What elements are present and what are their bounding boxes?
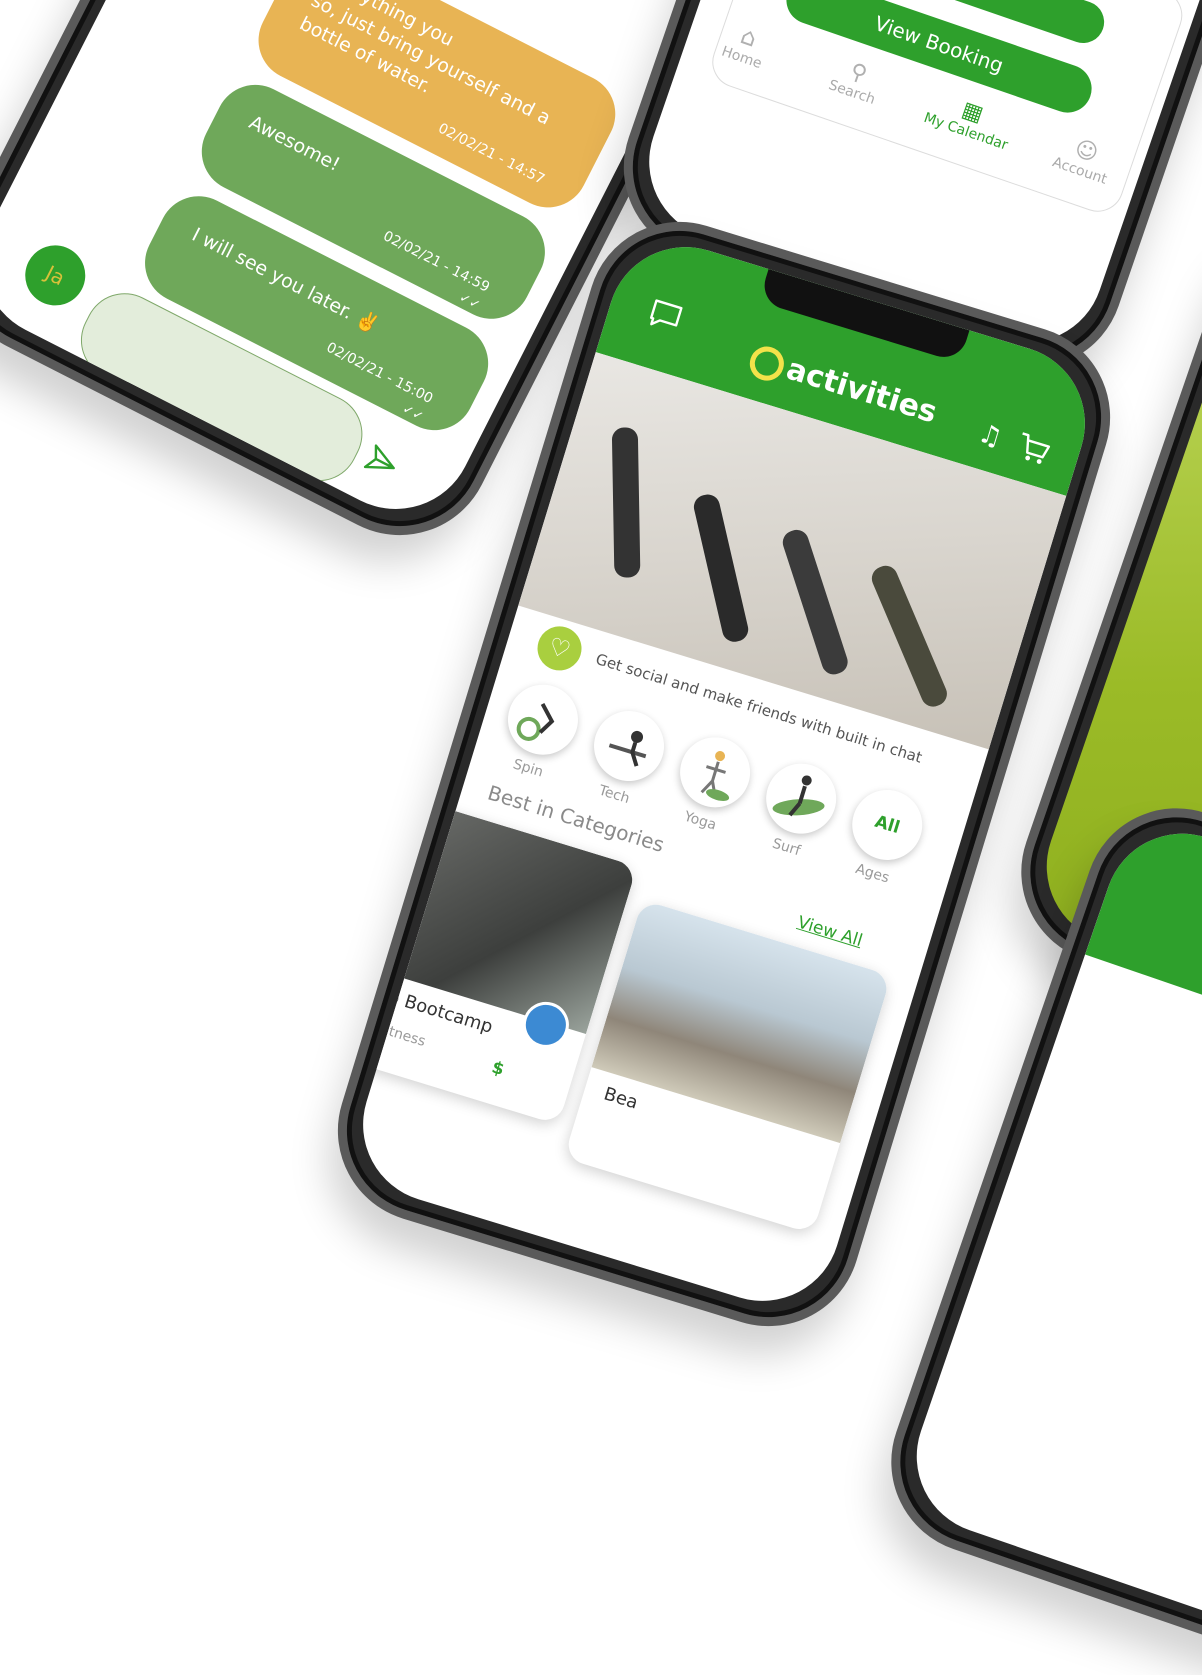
view-all-link[interactable]: View All [795, 913, 865, 952]
card-subtitle: Fitness [376, 1020, 428, 1050]
hero-person [779, 526, 851, 678]
send-icon[interactable] [361, 441, 404, 484]
heart-icon: ♡ [532, 620, 587, 676]
category-tech[interactable] [585, 702, 673, 790]
read-check-icon: ✓✓ [456, 290, 483, 314]
app-header [1085, 812, 1202, 1096]
chat-timestamp: 02/02/21 - 14:59 [380, 228, 493, 296]
read-check-icon: ✓✓ [399, 401, 426, 425]
category-circle-text: All [872, 811, 903, 839]
avatar[interactable]: Ja [14, 235, 96, 316]
chat-message-text: Awesome! [245, 111, 344, 176]
hero-person [611, 427, 641, 578]
category-label: Ages [853, 861, 892, 887]
category-yoga[interactable] [671, 728, 759, 817]
card-price: $ [489, 1057, 507, 1081]
chat-timestamp: 02/02/21 - 15:00 [323, 339, 436, 408]
card-title: Bea [601, 1083, 641, 1114]
category-all-ages[interactable]: All [843, 781, 931, 869]
hero-person [868, 562, 951, 711]
avatar-initials: Ja [41, 260, 69, 291]
category-spin[interactable] [499, 675, 587, 764]
category-surf[interactable] [757, 754, 845, 843]
hero-person [691, 492, 751, 645]
activity-card[interactable]: Bea [563, 899, 892, 1234]
